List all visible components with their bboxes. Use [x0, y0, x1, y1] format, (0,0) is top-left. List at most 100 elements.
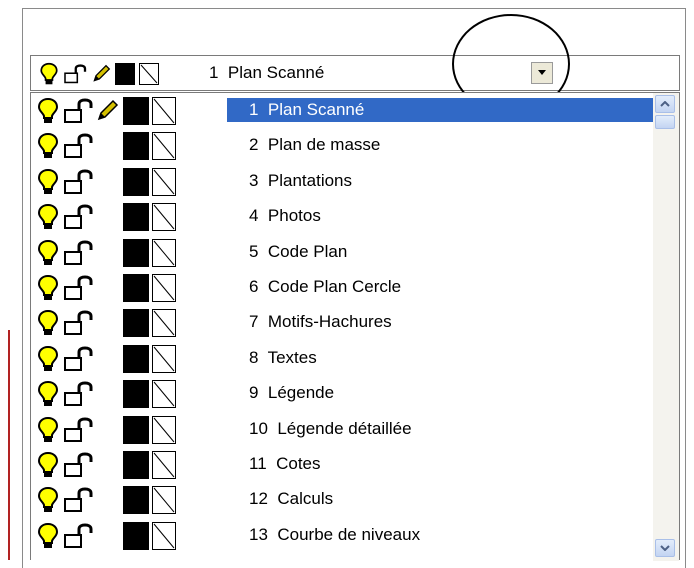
layer-row[interactable]: 6 Code Plan Cercle	[31, 270, 651, 305]
color-swatch-icon[interactable]	[123, 238, 149, 267]
color-swatch-icon[interactable]	[123, 274, 149, 302]
linetype-icon[interactable]	[152, 97, 176, 125]
color-swatch-icon[interactable]	[123, 309, 149, 338]
linetype-icon[interactable]	[152, 309, 176, 338]
light-bulb-icon[interactable]	[37, 239, 59, 267]
layer-list[interactable]: 1 Plan Scanné 2 Plan de masse 3 Plantation…	[30, 92, 680, 561]
linetype-icon[interactable]	[152, 344, 176, 373]
linetype-icon[interactable]	[152, 132, 176, 161]
color-swatch-icon[interactable]	[123, 451, 149, 479]
color-swatch-icon[interactable]	[123, 97, 149, 125]
color-swatch-icon[interactable]	[123, 132, 149, 161]
color-swatch-icon[interactable]	[123, 167, 149, 196]
layer-row[interactable]: 12 Calculs	[31, 482, 651, 517]
scrollbar-thumb[interactable]	[655, 115, 675, 129]
layer-row[interactable]: 13 Courbe de niveaux	[31, 518, 651, 553]
light-bulb-icon[interactable]	[37, 309, 59, 337]
light-bulb-icon[interactable]	[37, 451, 59, 479]
color-swatch-icon	[115, 63, 135, 85]
layer-row-icons	[37, 380, 176, 409]
layer-row-icons	[37, 167, 176, 196]
linetype-icon[interactable]	[152, 238, 176, 267]
padlock-open-icon[interactable]	[63, 240, 93, 266]
padlock-open-icon[interactable]	[63, 381, 93, 407]
linetype-icon[interactable]	[152, 486, 176, 515]
padlock-open-icon[interactable]	[63, 275, 93, 301]
pencil-icon	[95, 99, 119, 123]
page-edge-line	[8, 330, 10, 560]
layer-label: 2 Plan de masse	[249, 135, 381, 155]
layer-row[interactable]: 11 Cotes	[31, 447, 651, 482]
layer-row[interactable]: 7 Motifs-Hachures	[31, 305, 651, 340]
light-bulb-icon[interactable]	[37, 522, 59, 550]
light-bulb-icon[interactable]	[37, 168, 59, 196]
layer-label: 11 Cotes	[249, 454, 321, 473]
padlock-open-icon[interactable]	[63, 346, 93, 372]
light-bulb-icon[interactable]	[37, 345, 59, 373]
layer-row-icons	[37, 451, 176, 479]
padlock-open-icon[interactable]	[63, 204, 93, 230]
padlock-open-icon[interactable]	[63, 452, 93, 478]
combo-selected-value: 1 Plan Scanné	[209, 63, 325, 82]
pencil-slot	[95, 347, 119, 371]
linetype-icon[interactable]	[152, 451, 176, 479]
color-swatch-icon[interactable]	[123, 380, 149, 409]
pencil-slot	[95, 453, 119, 477]
pencil-slot	[95, 134, 119, 158]
linetype-icon[interactable]	[152, 167, 176, 196]
layer-row-icons	[37, 486, 176, 515]
light-bulb-icon[interactable]	[37, 274, 59, 302]
linetype-icon[interactable]	[152, 415, 176, 444]
linetype-icon[interactable]	[152, 203, 176, 232]
layer-row-icons	[37, 203, 176, 232]
padlock-open-icon[interactable]	[63, 133, 93, 159]
color-swatch-icon[interactable]	[123, 521, 149, 550]
layer-row[interactable]: 9 Légende	[31, 376, 651, 411]
layer-row[interactable]: 10 Légende détaillée	[31, 412, 651, 447]
layer-row-icons	[37, 344, 176, 373]
color-swatch-icon[interactable]	[123, 203, 149, 232]
color-swatch-icon[interactable]	[123, 415, 149, 444]
layer-label: 4 Photos	[249, 206, 321, 226]
combo-layer-icons	[39, 61, 159, 87]
layer-row[interactable]: 5 Code Plan	[31, 235, 651, 270]
light-bulb-icon[interactable]	[37, 97, 59, 125]
linetype-icon[interactable]	[152, 380, 176, 409]
layer-label: 9 Légende	[249, 383, 335, 403]
padlock-open-icon[interactable]	[63, 487, 93, 513]
chevron-up-icon	[660, 101, 670, 107]
light-bulb-icon[interactable]	[37, 380, 59, 408]
layer-label: 6 Code Plan Cercle	[249, 277, 402, 296]
padlock-open-icon[interactable]	[63, 169, 93, 195]
dropdown-button[interactable]	[531, 62, 553, 84]
layer-row[interactable]: 4 Photos	[31, 199, 651, 234]
layer-row-icons	[37, 238, 176, 267]
chevron-down-icon	[660, 545, 670, 551]
layer-label: 3 Plantations	[249, 170, 353, 190]
linetype-icon[interactable]	[152, 521, 176, 550]
light-bulb-icon[interactable]	[37, 486, 59, 514]
layer-row[interactable]: 3 Plantations	[31, 164, 651, 199]
pencil-slot	[95, 418, 119, 442]
layer-row[interactable]: 2 Plan de masse	[31, 128, 651, 163]
scroll-down-button[interactable]	[655, 539, 675, 557]
pencil-slot	[95, 311, 119, 335]
layer-label: 12 Calculs	[249, 489, 334, 509]
padlock-open-icon[interactable]	[63, 98, 93, 124]
light-bulb-icon[interactable]	[37, 416, 59, 444]
color-swatch-icon[interactable]	[123, 486, 149, 515]
pencil-slot	[95, 241, 119, 265]
light-bulb-icon[interactable]	[37, 132, 59, 160]
padlock-open-icon	[63, 64, 87, 84]
layer-row[interactable]: 1 Plan Scanné	[31, 93, 661, 128]
scroll-up-button[interactable]	[655, 95, 675, 113]
padlock-open-icon[interactable]	[63, 417, 93, 443]
layer-row[interactable]: 8 Textes	[31, 341, 651, 376]
padlock-open-icon[interactable]	[63, 523, 93, 549]
light-bulb-icon[interactable]	[37, 203, 59, 231]
vertical-scrollbar[interactable]	[653, 93, 679, 561]
color-swatch-icon[interactable]	[123, 344, 149, 373]
linetype-icon[interactable]	[152, 274, 176, 302]
padlock-open-icon[interactable]	[63, 310, 93, 336]
layer-dropdown[interactable]: 1 Plan Scanné	[30, 55, 680, 91]
